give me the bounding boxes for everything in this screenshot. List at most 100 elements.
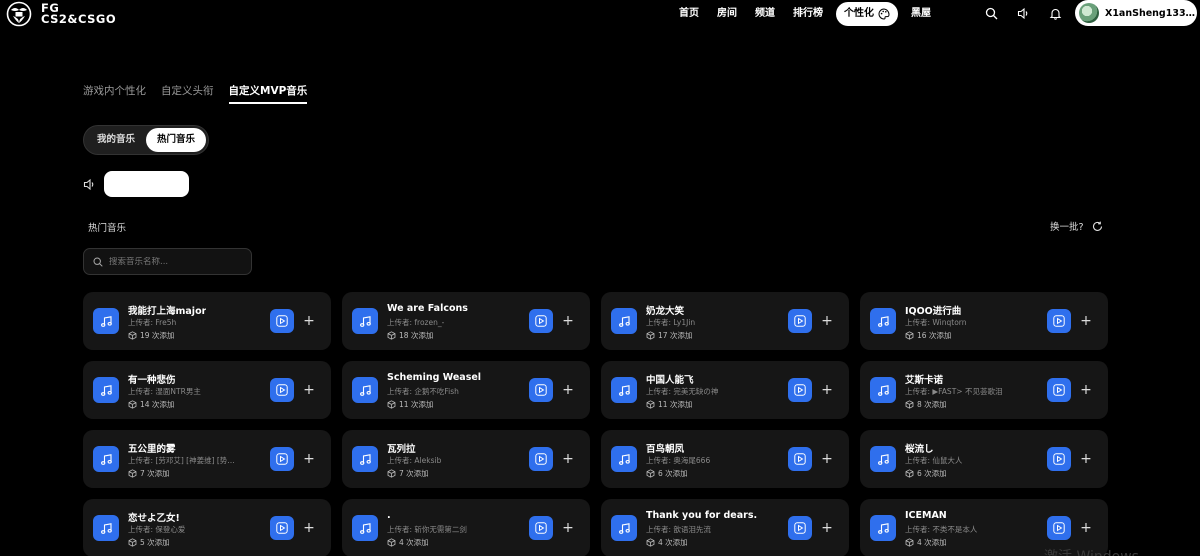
plus-icon[interactable]: + [562,520,574,536]
plus-icon[interactable]: + [303,313,315,329]
play-button[interactable] [1047,516,1071,540]
nav-personalize[interactable]: 个性化 [836,2,898,26]
music-note-icon [352,515,378,541]
plus-icon[interactable]: + [1080,313,1092,329]
music-card[interactable]: Thank you for dears. 上传者: 歆语泪先流 4 次添加 + [601,499,849,556]
music-uploader: 上传者: Ly1Jin [646,318,696,327]
nav-personalize-label: 个性化 [844,8,874,19]
music-add-count-text: 4 次添加 [658,538,688,547]
plus-icon[interactable]: + [303,382,315,398]
plus-icon[interactable]: + [1080,451,1092,467]
plus-icon[interactable]: + [562,382,574,398]
plus-icon[interactable]: + [562,313,574,329]
logo[interactable]: FG CS2&CSGO [5,1,116,27]
music-uploader: 上传者: Fre5h [128,318,177,327]
music-card[interactable]: 桜流し 上传者: 仙鼠大人 6 次添加 + [860,430,1108,488]
play-button[interactable] [529,378,553,402]
music-add-count-text: 4 次添加 [399,538,429,547]
play-button[interactable] [788,447,812,471]
cube-icon [128,400,137,409]
music-card[interactable]: 有一种悲伤 上传者: 湿面NTR男主 14 次添加 + [83,361,331,419]
plus-icon[interactable]: + [303,451,315,467]
music-add-count: 4 次添加 [646,537,688,548]
music-title: Scheming Weasel [387,372,482,383]
cube-icon [646,400,655,409]
play-button[interactable] [529,309,553,333]
play-button[interactable] [270,378,294,402]
plus-icon[interactable]: + [821,520,833,536]
music-add-count: 7 次添加 [128,468,170,479]
tab-custom-title[interactable]: 自定义头衔 [161,83,214,104]
play-button[interactable] [270,516,294,540]
music-add-count: 11 次添加 [387,399,433,410]
play-button[interactable] [270,309,294,333]
music-card[interactable]: 艾斯卡诺 上传者: ▶FAST> 不见荟歌泪 8 次添加 + [860,361,1108,419]
nav-leaderboard[interactable]: 排行榜 [784,2,832,26]
cube-icon [128,469,137,478]
play-button[interactable] [529,516,553,540]
music-card[interactable]: IQOO进行曲 上传者: Winqtorn 16 次添加 + [860,292,1108,350]
music-note-icon [870,377,896,403]
music-note-icon [870,308,896,334]
music-card[interactable]: We are Falcons 上传者: frozen_- 18 次添加 + [342,292,590,350]
plus-icon[interactable]: + [821,451,833,467]
search-icon[interactable] [985,7,998,20]
music-card[interactable]: 百鸟朝凤 上传者: 奥海尾666 6 次添加 + [601,430,849,488]
play-icon [794,522,806,534]
music-add-count: 19 次添加 [128,330,174,341]
music-card[interactable]: Scheming Weasel 上传者: 企鹅不吃Fish 11 次添加 + [342,361,590,419]
music-card[interactable]: . 上传者: 斩你无需第二剑 4 次添加 + [342,499,590,556]
refresh-button[interactable]: 换一批? [1050,219,1103,233]
music-card[interactable]: 我能打上海major 上传者: Fre5h 19 次添加 + [83,292,331,350]
segment-my-music[interactable]: 我的音乐 [86,128,146,152]
music-card[interactable]: 恋せよ乙女! 上传者: 保登心爱 5 次添加 + [83,499,331,556]
music-search-input[interactable] [109,256,249,267]
play-button[interactable] [1047,378,1071,402]
play-button[interactable] [270,447,294,471]
plus-icon[interactable]: + [821,313,833,329]
music-uploader: 上传者: frozen_- [387,318,445,327]
user-name: X1anSheng133… [1105,7,1196,19]
nav-channels[interactable]: 频道 [746,2,784,26]
music-card[interactable]: 五公里的雾 上传者: [劳邓艾] [神姜维] [势… 7 次添加 + [83,430,331,488]
plus-icon[interactable]: + [303,520,315,536]
music-note-icon [870,446,896,472]
music-uploader: 上传者: ▶FAST> 不见荟歌泪 [905,387,1003,396]
volume-icon[interactable] [1017,7,1030,20]
user-menu[interactable]: X1anSheng133… [1075,0,1197,26]
music-card[interactable]: 瓦列拉 上传者: Aleksib 7 次添加 + [342,430,590,488]
music-grid: 我能打上海major 上传者: Fre5h 19 次添加 + We are Fa… [83,292,1108,556]
play-icon [535,384,547,396]
music-card[interactable]: 中国人能飞 上传者: 完美无缺の神 11 次添加 + [601,361,849,419]
cube-icon [905,538,914,547]
music-add-count: 16 次添加 [905,330,951,341]
play-button[interactable] [1047,447,1071,471]
play-button[interactable] [1047,309,1071,333]
logo-text: FG CS2&CSGO [41,2,116,25]
music-card[interactable]: 奶龙大笑 上传者: Ly1Jin 17 次添加 + [601,292,849,350]
music-note-icon [611,308,637,334]
volume-icon[interactable] [83,178,96,191]
segment-hot-music[interactable]: 热门音乐 [146,128,207,152]
play-button[interactable] [529,447,553,471]
music-title: . [387,510,391,521]
plus-icon[interactable]: + [562,451,574,467]
music-add-count-text: 17 次添加 [658,331,693,340]
play-icon [1053,522,1065,534]
play-button[interactable] [788,378,812,402]
music-add-count-text: 6 次添加 [658,469,688,478]
tab-ingame-personalize[interactable]: 游戏内个性化 [83,83,146,104]
bell-icon[interactable] [1049,7,1062,20]
nav-rooms[interactable]: 房间 [708,2,746,26]
play-button[interactable] [788,309,812,333]
nav-home[interactable]: 首页 [670,2,708,26]
volume-slider[interactable] [104,171,189,197]
music-add-count-text: 11 次添加 [399,400,434,409]
plus-icon[interactable]: + [1080,382,1092,398]
plus-icon[interactable]: + [821,382,833,398]
play-button[interactable] [788,516,812,540]
tab-custom-mvp-music[interactable]: 自定义MVP音乐 [228,83,308,104]
nav-blacklist[interactable]: 黑屋 [902,2,940,26]
music-add-count: 4 次添加 [905,537,947,548]
plus-icon[interactable]: + [1080,520,1092,536]
